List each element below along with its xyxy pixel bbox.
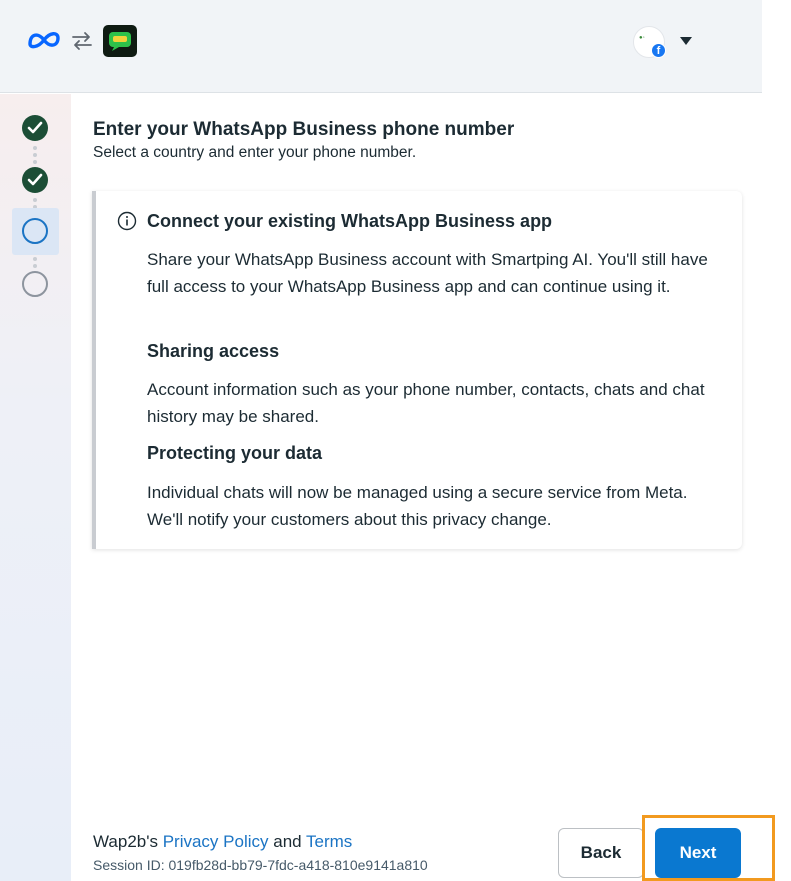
protecting-data-text: Individual chats will now be managed usi… <box>147 483 688 529</box>
sharing-access-heading: Sharing access <box>147 341 280 361</box>
checkmark-icon <box>27 173 43 186</box>
step-active-highlight <box>12 208 59 255</box>
footer-prefix: Wap2b's <box>93 832 163 851</box>
page-title: Enter your WhatsApp Business phone numbe… <box>93 119 515 140</box>
next-button[interactable]: Next <box>655 828 741 878</box>
checkmark-icon <box>27 121 43 134</box>
main-content: Enter your WhatsApp Business phone numbe… <box>93 118 743 164</box>
swap-arrows-icon <box>72 32 92 50</box>
protecting-data-heading: Protecting your data <box>147 443 323 463</box>
terms-link[interactable]: Terms <box>306 832 352 851</box>
info-circle-icon <box>117 211 137 231</box>
back-button[interactable]: Back <box>558 828 644 878</box>
footer-and: and <box>268 832 307 851</box>
info-card: Connect your existing WhatsApp Business … <box>92 191 742 549</box>
card-heading: Connect your existing WhatsApp Business … <box>147 211 553 231</box>
page-subtitle: Select a country and enter your phone nu… <box>93 144 417 161</box>
step-completed-2 <box>22 167 48 193</box>
business-logo-icon: ●◦ <box>639 35 645 41</box>
step-connector <box>33 146 37 167</box>
facebook-badge-icon: f <box>651 43 666 58</box>
account-avatar[interactable]: ●◦ f <box>633 26 666 58</box>
header-bar: ●◦ f <box>0 0 762 93</box>
step-connector <box>33 257 37 271</box>
meta-infinity-icon <box>28 32 60 49</box>
step-completed-1 <box>22 115 48 141</box>
step-active <box>22 218 48 244</box>
sharing-access-text: Account information such as your phone n… <box>147 380 705 426</box>
step-pending <box>22 271 48 297</box>
footer-legal: Wap2b's Privacy Policy and Terms <box>93 831 352 853</box>
card-paragraph: Share your WhatsApp Business account wit… <box>147 250 708 296</box>
session-id: Session ID: 019fb28d-bb79-7fdc-a418-810e… <box>93 857 428 873</box>
caret-down-icon[interactable] <box>679 36 693 46</box>
chat-bubble-app-icon <box>103 25 137 57</box>
progress-stepper <box>0 94 71 881</box>
privacy-policy-link[interactable]: Privacy Policy <box>163 832 269 851</box>
